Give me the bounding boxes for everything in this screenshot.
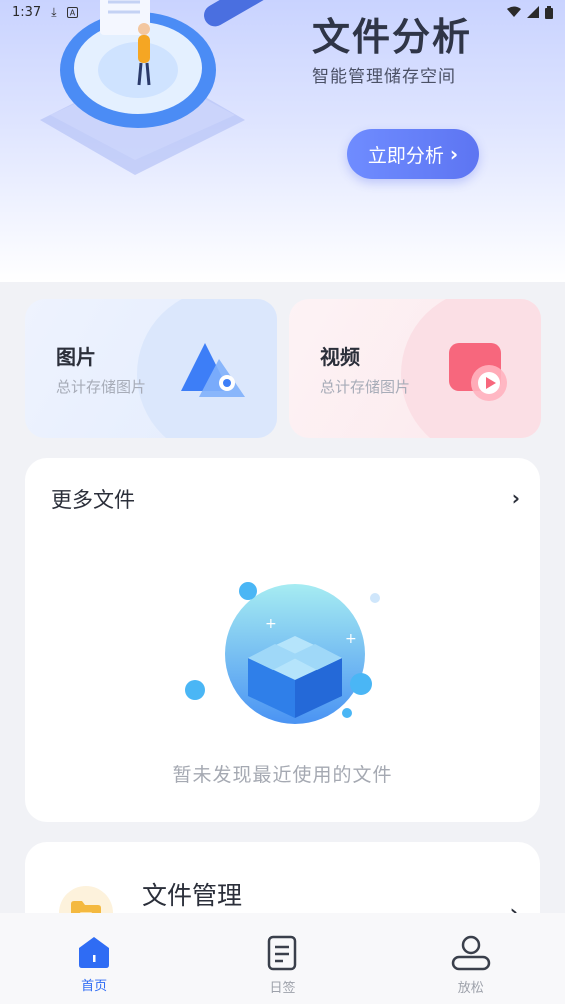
- notification-a-icon: A: [66, 6, 78, 18]
- file-management-title: 文件管理: [142, 881, 243, 910]
- nav-label: 首页: [81, 979, 108, 994]
- chevron-right-icon: ›: [449, 142, 459, 166]
- category-subtitle: 总计存储图片: [320, 378, 411, 396]
- category-card-videos[interactable]: 视频 总计存储图片: [289, 299, 541, 438]
- home-icon: [79, 937, 110, 968]
- document-icon: [268, 935, 297, 971]
- wifi-icon: [507, 6, 521, 17]
- signal-icon: [527, 6, 539, 18]
- svg-text:+: +: [345, 631, 357, 647]
- user-icon: [451, 935, 491, 971]
- battery-icon: [545, 5, 553, 19]
- nav-item-relax[interactable]: 放松: [411, 935, 531, 996]
- status-time: 1:37: [12, 4, 42, 20]
- bottom-navigation: 首页 日签 放松: [0, 913, 565, 1004]
- chevron-right-icon[interactable]: ›: [512, 486, 520, 510]
- category-subtitle: 总计存储图片: [56, 378, 147, 396]
- svg-text:A: A: [69, 8, 75, 17]
- nav-item-daily[interactable]: 日签: [222, 935, 342, 996]
- nav-label: 日签: [269, 981, 296, 996]
- more-files-card: 更多文件 › + + 暂未发现最近使用的文件: [25, 458, 540, 822]
- video-icon: [449, 343, 507, 401]
- category-card-images[interactable]: 图片 总计存储图片: [25, 299, 277, 438]
- category-title: 图片: [56, 345, 96, 369]
- more-files-title: 更多文件: [51, 488, 135, 512]
- analyze-now-label: 立即分析: [367, 144, 444, 167]
- magnifier-illustration: [40, 0, 277, 175]
- empty-state-text: 暂未发现最近使用的文件: [172, 764, 393, 786]
- analyze-now-button[interactable]: 立即分析 ›: [347, 129, 479, 179]
- nav-item-home[interactable]: 首页: [34, 935, 154, 994]
- image-icon: [181, 343, 245, 397]
- nav-label: 放松: [457, 981, 484, 996]
- category-title: 视频: [320, 345, 360, 369]
- hero-subtitle: 智能管理储存空间: [312, 67, 456, 87]
- empty-box-illustration: + +: [185, 582, 380, 724]
- status-bar: 1:37 ⤓ A: [0, 0, 565, 24]
- download-icon: ⤓: [51, 4, 57, 19]
- svg-text:+: +: [265, 616, 277, 632]
- hero-banner: 文件分析 智能管理储存空间 立即分析 ›: [0, 0, 565, 282]
